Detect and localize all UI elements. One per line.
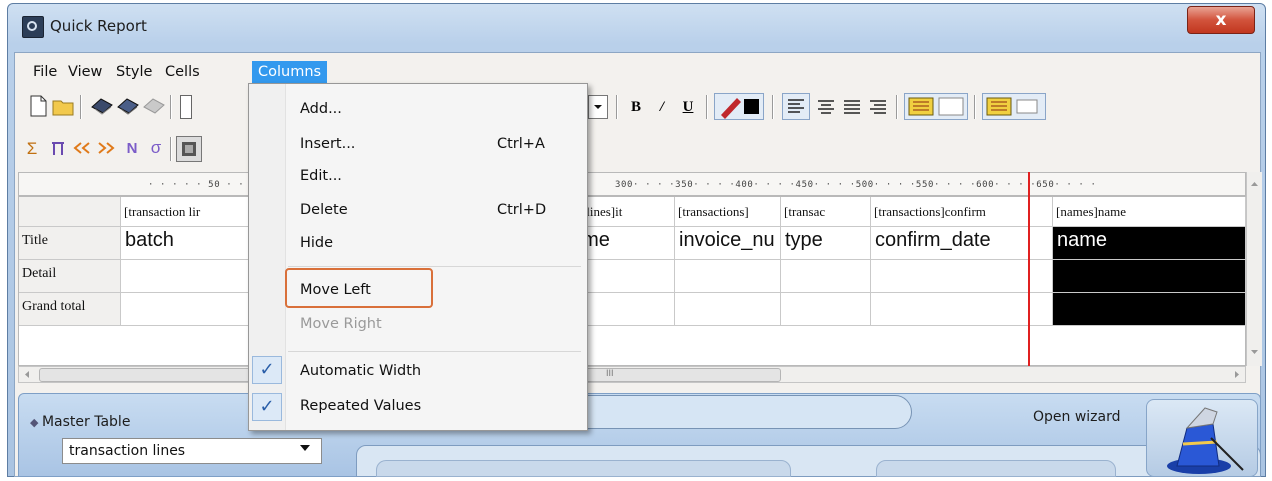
master-table-label: ◆ Master Table — [30, 414, 131, 430]
row-header-detail[interactable]: Detail — [19, 260, 121, 293]
toolbar-separator — [616, 95, 618, 119]
menu-cells[interactable]: Cells — [165, 61, 200, 83]
max-icon[interactable] — [94, 137, 118, 161]
field-list-tab[interactable] — [876, 460, 1116, 477]
fill-color-icon[interactable] — [904, 93, 968, 120]
toolbar-separator — [896, 95, 898, 119]
grand-total-cell[interactable] — [121, 293, 249, 326]
menu-automatic-width[interactable]: Automatic Width — [300, 363, 421, 379]
menu-edit[interactable]: Edit... — [300, 168, 342, 184]
toolbar-separator — [772, 95, 774, 119]
title-cell[interactable]: confirm_date — [871, 227, 1053, 260]
ruler: · · · · · 50 · · · 300· · · ·350· · · ·4… — [18, 172, 1246, 196]
close-button[interactable]: x — [1187, 6, 1255, 34]
scrollbar-grip: III — [606, 368, 614, 378]
toolbar-separator — [170, 137, 172, 161]
detail-cell[interactable] — [871, 260, 1053, 293]
grand-total-cell[interactable] — [675, 293, 781, 326]
grand-total-cell[interactable] — [781, 293, 871, 326]
menu-delete[interactable]: Delete — [300, 202, 348, 218]
detail-cell[interactable] — [121, 260, 249, 293]
toolbar-separator — [706, 95, 708, 119]
pen-color-icon[interactable] — [714, 93, 764, 120]
title-cell-selected[interactable]: name — [1053, 227, 1246, 260]
min-icon[interactable] — [70, 137, 94, 161]
check-icon: ✓ — [252, 356, 282, 384]
open-icon[interactable] — [52, 95, 76, 119]
app-icon — [22, 16, 44, 38]
wizard-button[interactable] — [1146, 399, 1258, 477]
column-header[interactable]: [transactions] — [675, 197, 781, 227]
vertical-scrollbar[interactable] — [1246, 172, 1262, 366]
align-justify-icon[interactable] — [840, 95, 864, 119]
ruler-scale-left: · · · · · 50 · · · — [148, 180, 257, 190]
menu-separator — [288, 266, 581, 267]
column-header[interactable]: [transactions]confirm — [871, 197, 1053, 227]
column-header[interactable]: [names]name — [1053, 197, 1246, 227]
menu-move-left[interactable]: Move Left — [300, 282, 371, 298]
horizontal-scrollbar[interactable]: III — [18, 366, 1246, 383]
detail-cell[interactable] — [781, 260, 871, 293]
italic-icon[interactable]: / — [650, 95, 674, 119]
toolbar-separator — [170, 95, 172, 119]
open-wizard-label: Open wizard — [1033, 409, 1121, 425]
page-icon[interactable] — [180, 95, 192, 119]
column-header[interactable]: [transac — [781, 197, 871, 227]
ruler-scale-right: 300· · · ·350· · · ·400· · · ·450· · · ·… — [615, 180, 1097, 190]
print-preview-icon[interactable] — [90, 95, 114, 119]
new-icon[interactable] — [28, 95, 52, 119]
shortcut-insert: Ctrl+A — [497, 136, 545, 152]
toolbar-separator — [80, 95, 82, 119]
grand-total-cell-selected[interactable] — [1053, 293, 1246, 326]
border-color-icon[interactable] — [982, 93, 1046, 120]
field-icon[interactable] — [176, 136, 202, 162]
toolbar-separator — [974, 95, 976, 119]
row-header-grand-total[interactable]: Grand total — [19, 293, 121, 326]
shortcut-delete: Ctrl+D — [497, 202, 547, 218]
menu-move-right: Move Right — [300, 316, 382, 332]
title-cell[interactable]: invoice_nu — [675, 227, 781, 260]
menu-view[interactable]: View — [68, 61, 102, 83]
title-cell[interactable]: type — [781, 227, 871, 260]
align-right-icon[interactable] — [866, 95, 890, 119]
grand-total-cell[interactable] — [871, 293, 1053, 326]
menu-columns[interactable]: Columns — [252, 61, 328, 83]
column-header[interactable]: [transaction lir — [121, 197, 249, 227]
align-left-icon[interactable] — [782, 93, 810, 120]
master-table-select[interactable]: transaction lines — [62, 438, 322, 464]
wizard-hat-icon — [1167, 407, 1244, 474]
page-setup-icon[interactable] — [142, 95, 166, 119]
menu-style[interactable]: Style — [116, 61, 152, 83]
panel-tab[interactable] — [556, 395, 912, 429]
page-width-marker — [1028, 172, 1030, 366]
n-icon[interactable]: N — [120, 137, 144, 161]
menu-repeated-values[interactable]: Repeated Values — [300, 398, 421, 414]
sum-icon[interactable]: Σ — [20, 137, 44, 161]
print-icon[interactable] — [116, 95, 140, 119]
detail-cell[interactable] — [675, 260, 781, 293]
report-grid: [transaction lir on lines]it [transactio… — [18, 196, 1246, 366]
check-icon: ✓ — [252, 393, 282, 421]
sigma-icon[interactable]: σ — [144, 137, 168, 161]
dropdown-icon[interactable] — [588, 95, 608, 119]
detail-cell-selected[interactable] — [1053, 260, 1246, 293]
row-header-title[interactable]: Title — [19, 227, 121, 260]
menu-insert[interactable]: Insert... — [300, 136, 355, 152]
menu-file[interactable]: File — [33, 61, 57, 83]
menu-add[interactable]: Add... — [300, 101, 342, 117]
bold-icon[interactable]: B — [624, 95, 648, 119]
field-list-tab[interactable] — [376, 460, 791, 477]
menu-separator — [288, 351, 581, 352]
count-icon[interactable] — [46, 137, 70, 161]
align-center-icon[interactable] — [814, 95, 838, 119]
underline-icon[interactable]: U — [676, 95, 700, 119]
chevron-down-icon[interactable] — [300, 445, 310, 451]
window-title: Quick Report — [50, 17, 147, 35]
corner-cell — [19, 197, 121, 227]
menu-hide[interactable]: Hide — [300, 235, 333, 251]
title-cell[interactable]: batch — [121, 227, 249, 260]
